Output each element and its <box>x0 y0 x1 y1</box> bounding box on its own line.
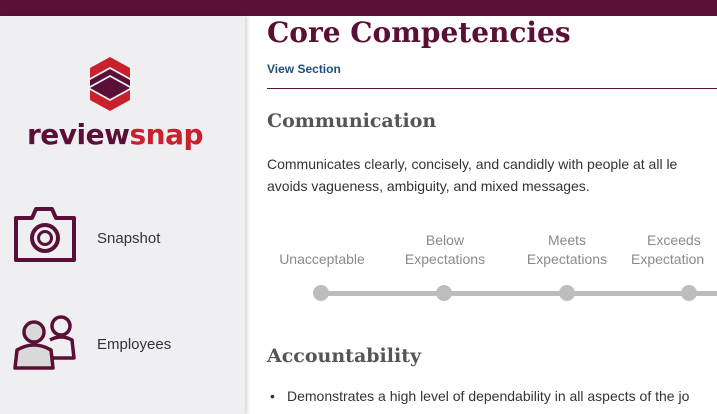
reviewsnap-logo-icon <box>90 57 130 111</box>
camera-icon <box>14 207 76 262</box>
sidebar-item-employees[interactable]: Employees <box>0 310 245 380</box>
page-title: Core Competencies <box>267 16 571 49</box>
competency-description-line: Communicates clearly, concisely, and can… <box>267 156 678 172</box>
rating-dot-exceeds-expectations[interactable] <box>681 285 697 301</box>
rating-label-line: Expectation <box>631 251 705 267</box>
rating-dot-below-expectations[interactable] <box>436 285 452 301</box>
view-section-link[interactable]: View Section <box>267 62 341 76</box>
brand-name-part1: review <box>27 118 130 151</box>
rating-label-line: Below <box>425 232 465 248</box>
rating-option-unacceptable[interactable]: Unacceptable <box>260 231 384 269</box>
rating-label-line <box>260 231 384 250</box>
section-divider <box>267 88 717 89</box>
top-bar <box>0 0 717 16</box>
competency-title-communication: Communication <box>267 110 437 132</box>
rating-option-meets-expectations[interactable]: Meets Expectations <box>505 231 629 269</box>
rating-label-line: Meets <box>547 232 587 248</box>
main-content: Core Competencies View Section Communica… <box>245 16 717 414</box>
rating-dot-meets-expectations[interactable] <box>559 285 575 301</box>
sidebar-item-snapshot[interactable]: Snapshot <box>0 204 245 274</box>
competency-description: Communicates clearly, concisely, and can… <box>267 153 717 197</box>
competency-bullet-list: Demonstrates a high level of dependabili… <box>270 388 717 404</box>
sidebar-item-label: Snapshot <box>97 230 161 247</box>
sidebar-item-label: Employees <box>97 336 172 353</box>
brand-name-part2: snap <box>129 118 204 151</box>
list-item: Demonstrates a high level of dependabili… <box>270 388 717 404</box>
rating-option-below-expectations[interactable]: Below Expectations <box>383 231 507 269</box>
rating-label-line: Unacceptable <box>279 251 365 267</box>
competency-description-line: avoids vagueness, ambiguity, and mixed m… <box>267 178 590 194</box>
sidebar: reviewsnap Snapshot Employees <box>0 16 245 414</box>
rating-option-exceeds-expectations[interactable]: Exceeds Expectation <box>627 231 717 269</box>
rating-label-line: Expectations <box>526 251 608 267</box>
rating-track[interactable] <box>321 291 717 296</box>
rating-scale: Unacceptable Below Expectations Meets Ex… <box>245 231 717 311</box>
competency-title-accountability: Accountability <box>267 345 422 367</box>
people-icon <box>13 315 76 370</box>
brand-logo-text: reviewsnap <box>27 118 204 152</box>
rating-label-line: Exceeds <box>647 232 701 248</box>
rating-dot-unacceptable[interactable] <box>313 285 329 301</box>
rating-label-line: Expectations <box>404 251 486 267</box>
